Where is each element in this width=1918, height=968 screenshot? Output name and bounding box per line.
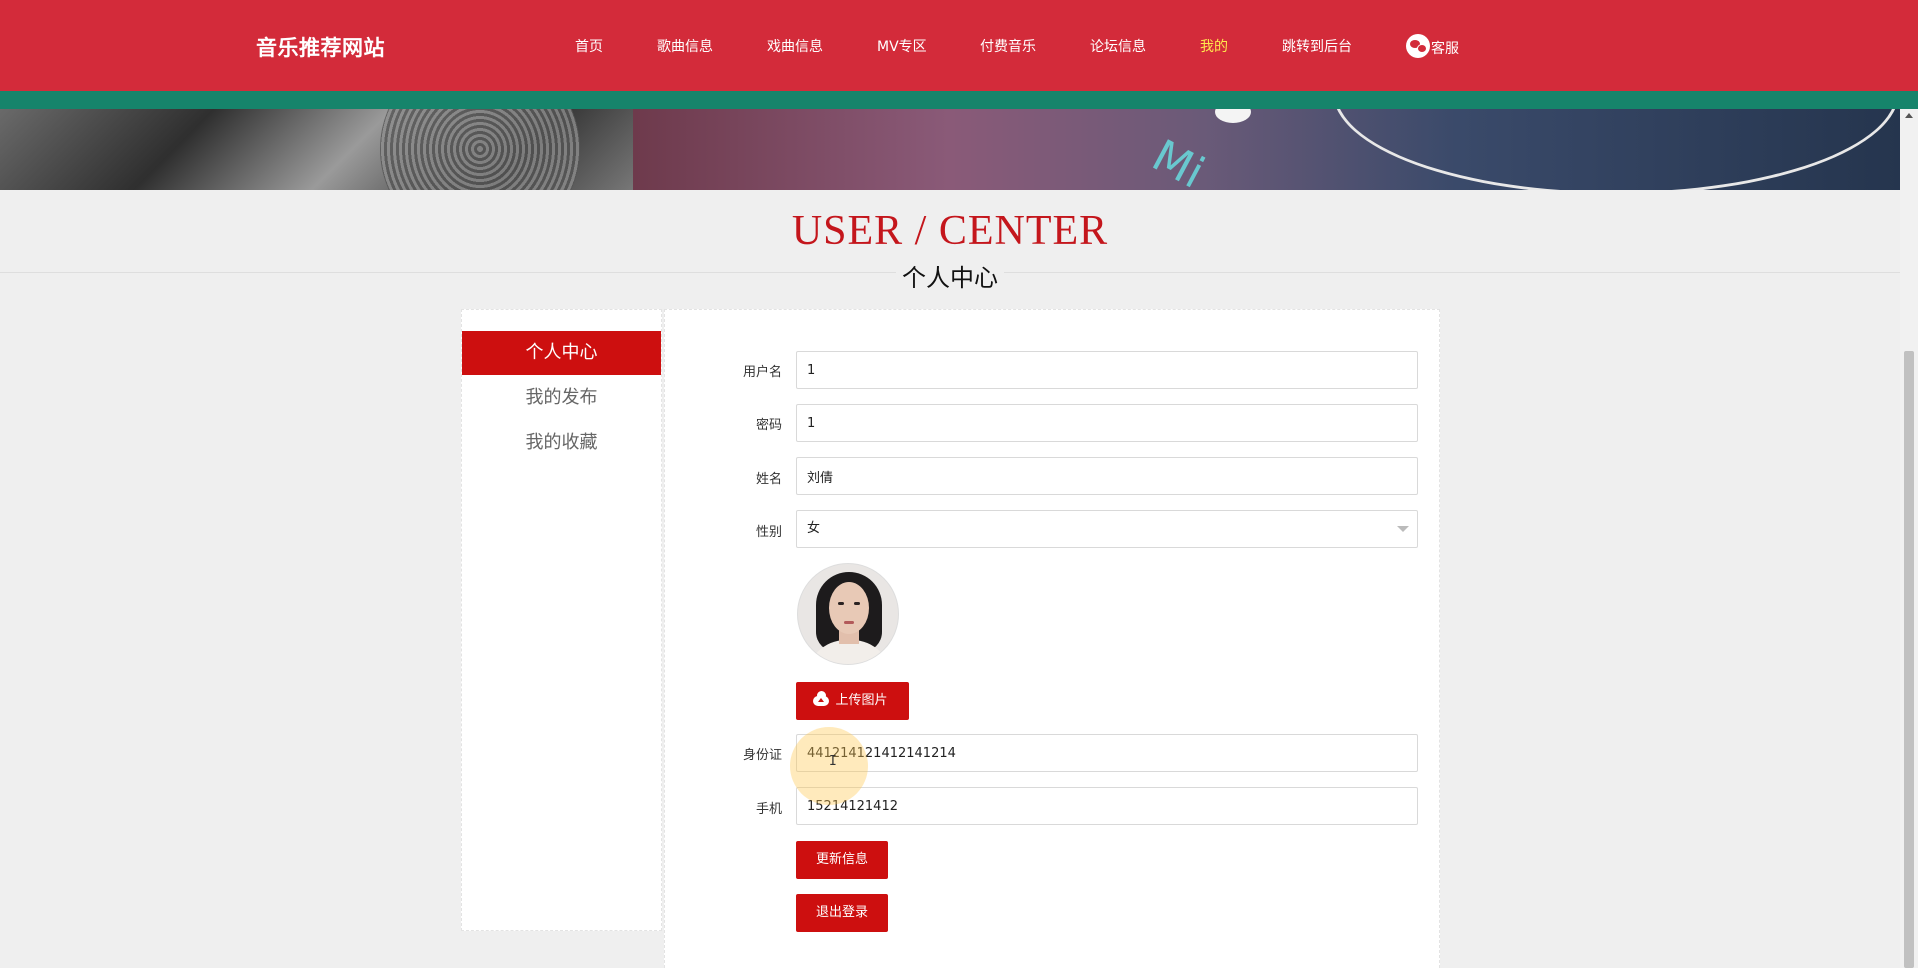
banner-image: Mi <box>0 109 1900 190</box>
page-scrollbar[interactable] <box>1900 109 1918 968</box>
username-input[interactable] <box>796 351 1418 389</box>
avatar <box>797 563 899 665</box>
name-input[interactable] <box>796 457 1418 495</box>
nav-songs[interactable]: 歌曲信息 <box>657 36 713 56</box>
header-stripe <box>0 91 1918 109</box>
customer-service-label: 客服 <box>1431 41 1459 57</box>
page-title-cn-text: 个人中心 <box>896 264 1004 292</box>
user-sidebar: 个人中心 我的发布 我的收藏 <box>461 309 662 931</box>
page-title-cn: 个人中心 <box>0 258 1900 293</box>
page-title-en: USER / CENTER <box>791 208 1109 254</box>
password-label: 密码 <box>755 418 782 433</box>
nav-forum[interactable]: 论坛信息 <box>1090 36 1146 56</box>
upload-image-label: 上传图片 <box>835 693 888 708</box>
phone-label: 手机 <box>755 802 782 817</box>
gender-label: 性别 <box>755 525 782 540</box>
banner-turntable <box>0 109 633 190</box>
password-input[interactable] <box>796 404 1418 442</box>
scroll-thumb[interactable] <box>1904 351 1914 968</box>
update-info-button[interactable]: 更新信息 <box>796 841 888 879</box>
banner-vinyl: Mi <box>633 109 1900 190</box>
upload-image-button[interactable]: 上传图片 <box>796 682 909 720</box>
scroll-up-arrow-icon[interactable] <box>1905 113 1913 118</box>
nav-opera[interactable]: 戏曲信息 <box>767 36 823 56</box>
gender-select[interactable]: 女 <box>796 510 1418 548</box>
chevron-down-icon[interactable] <box>1397 526 1409 532</box>
avatar-mouth <box>844 621 854 624</box>
vinyl-light <box>1215 109 1251 123</box>
id-card-label: 身份证 <box>742 748 782 763</box>
sidebar-item-favorites[interactable]: 我的收藏 <box>462 421 661 465</box>
top-navigation-bar: 音乐推荐网站 首页 歌曲信息 戏曲信息 MV专区 付费音乐 论坛信息 我的 跳转… <box>0 0 1918 91</box>
id-card-input[interactable] <box>796 734 1418 772</box>
avatar-eye-left <box>838 602 844 605</box>
vinyl-disc <box>1333 109 1899 190</box>
username-label: 用户名 <box>742 365 782 380</box>
sidebar-item-my-posts[interactable]: 我的发布 <box>462 376 661 420</box>
cloud-upload-icon <box>813 691 829 706</box>
nav-mv[interactable]: MV专区 <box>877 36 927 56</box>
sidebar-item-profile[interactable]: 个人中心 <box>462 331 661 375</box>
nav-paid-music[interactable]: 付费音乐 <box>980 36 1036 56</box>
banner-text: Mi <box>1143 130 1213 190</box>
nav-mine[interactable]: 我的 <box>1200 36 1228 56</box>
wechat-icon <box>1406 34 1430 58</box>
name-label: 姓名 <box>755 472 782 487</box>
avatar-eye-right <box>854 602 860 605</box>
avatar-face <box>829 582 869 634</box>
nav-home[interactable]: 首页 <box>575 36 603 56</box>
site-brand[interactable]: 音乐推荐网站 <box>256 32 385 62</box>
logout-button[interactable]: 退出登录 <box>796 894 888 932</box>
nav-admin[interactable]: 跳转到后台 <box>1282 36 1352 56</box>
phone-input[interactable] <box>796 787 1418 825</box>
customer-service-link[interactable]: 客服 <box>1406 34 1459 58</box>
